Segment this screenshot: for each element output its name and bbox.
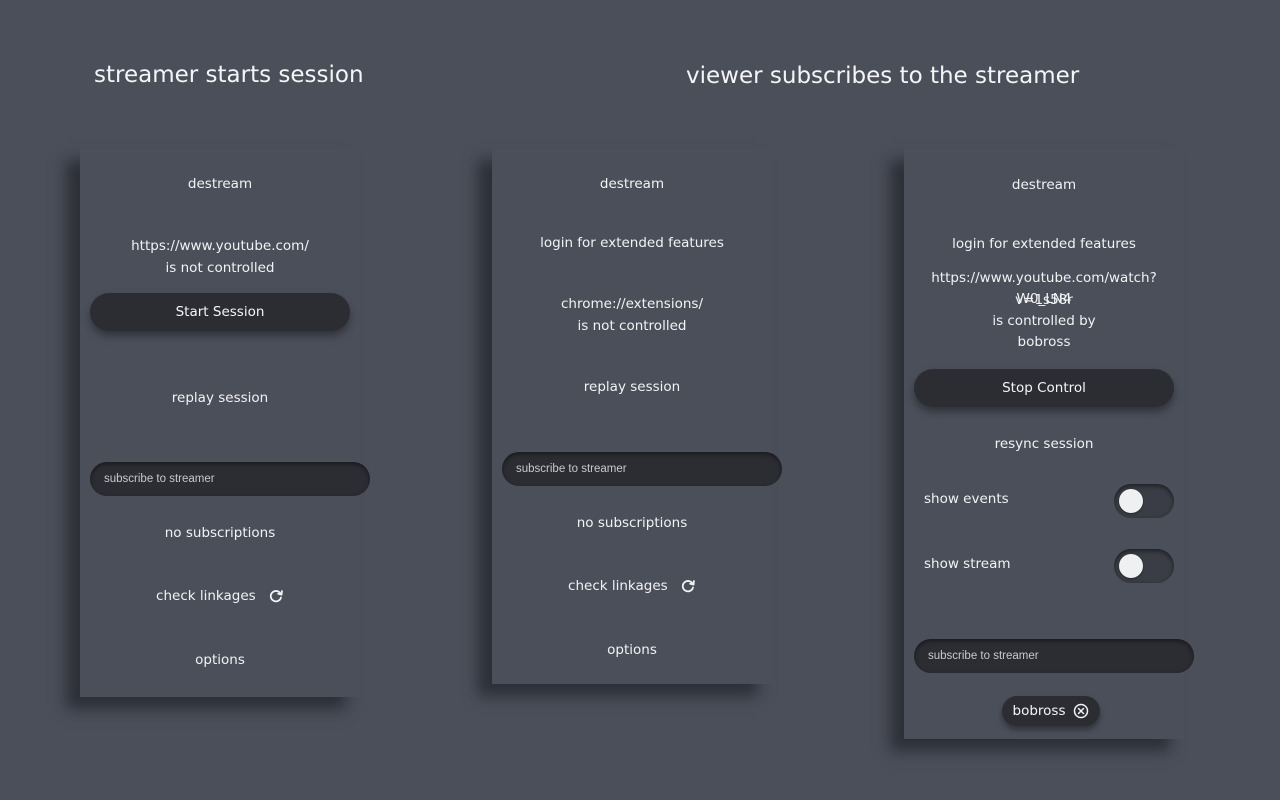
check-linkages-button[interactable]: check linkages xyxy=(80,586,360,608)
toggle-knob xyxy=(1119,489,1143,513)
subscribe-input[interactable] xyxy=(914,639,1194,673)
current-url: chrome://extensions/ xyxy=(561,296,703,312)
app-title: destream xyxy=(599,176,665,192)
options-link[interactable]: options xyxy=(80,650,360,672)
replay-session-link[interactable]: replay session xyxy=(80,388,360,410)
heading-viewer: viewer subscribes to the streamer xyxy=(686,63,1080,89)
url-status: is controlled by xyxy=(992,313,1096,329)
resync-session-link[interactable]: resync session xyxy=(904,434,1184,456)
current-url-continued: W0_LN4 xyxy=(1016,291,1072,307)
subscribe-input[interactable] xyxy=(502,452,782,486)
subscription-chip: bobross xyxy=(1002,696,1100,726)
login-link[interactable]: login for extended features xyxy=(492,233,772,255)
subscriptions-status: no subscriptions xyxy=(164,525,276,541)
viewer-controlled-panel: destream login for extended features htt… xyxy=(904,148,1194,739)
stop-control-button[interactable]: Stop Control xyxy=(914,369,1174,407)
streamer-panel: destream https://www.youtube.com/ is not… xyxy=(80,148,370,697)
show-stream-toggle[interactable] xyxy=(1114,549,1174,583)
app-title: destream xyxy=(187,176,253,192)
current-url: https://www.youtube.com/ xyxy=(131,238,309,254)
controller-name: bobross xyxy=(1017,334,1071,350)
show-events-label: show events xyxy=(924,491,1009,507)
options-link[interactable]: options xyxy=(492,640,772,662)
refresh-icon[interactable] xyxy=(268,588,284,604)
login-link[interactable]: login for extended features xyxy=(904,234,1184,256)
toggle-knob xyxy=(1119,554,1143,578)
subscribe-input[interactable] xyxy=(90,462,370,496)
replay-session-link[interactable]: replay session xyxy=(492,377,772,399)
start-session-button[interactable]: Start Session xyxy=(90,293,350,331)
subscriptions-status: no subscriptions xyxy=(576,515,688,531)
subscription-name: bobross xyxy=(1012,703,1066,719)
show-stream-label: show stream xyxy=(924,556,1011,572)
refresh-icon[interactable] xyxy=(680,578,696,594)
url-status: is not controlled xyxy=(165,260,275,276)
show-events-toggle[interactable] xyxy=(1114,484,1174,518)
heading-streamer: streamer starts session xyxy=(94,62,364,88)
check-linkages-button[interactable]: check linkages xyxy=(492,576,772,598)
viewer-panel: destream login for extended features chr… xyxy=(492,148,782,684)
check-linkages-label: check linkages xyxy=(568,578,668,594)
app-title: destream xyxy=(1011,177,1077,193)
close-circle-icon[interactable] xyxy=(1073,703,1089,719)
check-linkages-label: check linkages xyxy=(156,588,256,604)
url-status: is not controlled xyxy=(577,318,687,334)
